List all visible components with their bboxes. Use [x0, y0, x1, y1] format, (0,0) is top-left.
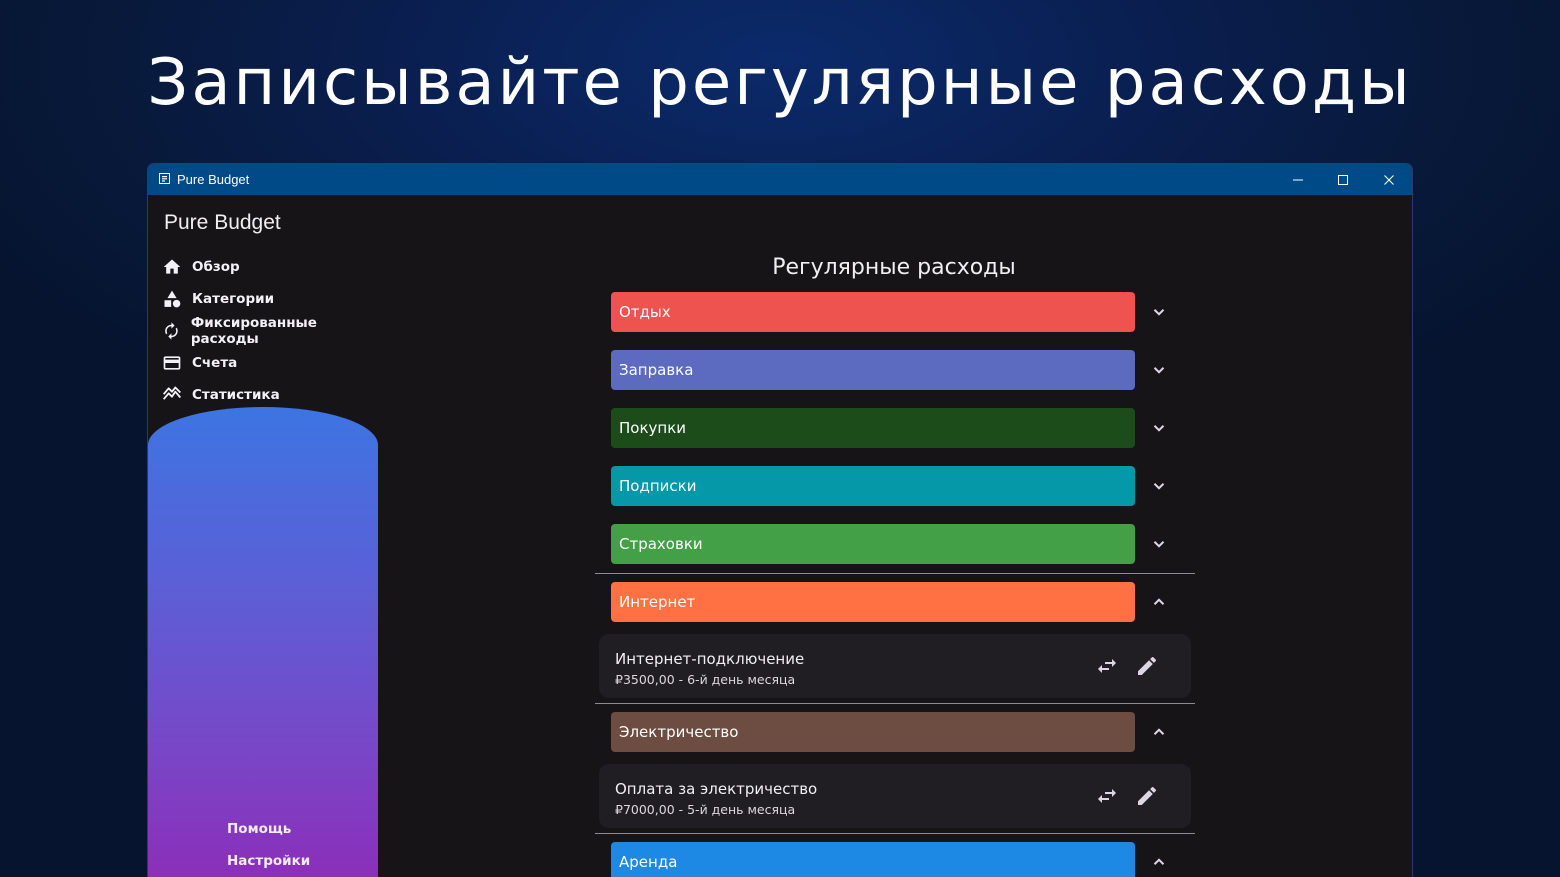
- category-bar-internet[interactable]: Интернет: [611, 582, 1135, 622]
- minimize-icon: [1293, 179, 1303, 180]
- sidebar-item-label: Категории: [192, 291, 275, 307]
- expense-item-name: Интернет-подключение: [615, 650, 805, 668]
- category-bar-insurance[interactable]: Страховки: [611, 524, 1135, 564]
- wallet-icon: [163, 356, 181, 370]
- chevron-down-icon[interactable]: [1150, 535, 1168, 553]
- sidebar-decoration: [148, 407, 378, 877]
- swap-icon[interactable]: [1095, 784, 1119, 808]
- sidebar-app-name: Pure Budget: [164, 211, 281, 234]
- maximize-icon: [1338, 174, 1348, 185]
- category-bar-fuel[interactable]: Заправка: [611, 350, 1135, 390]
- sidebar-item-fixed-expenses[interactable]: Фиксированные расходы: [162, 315, 378, 347]
- sidebar-item-overview[interactable]: Обзор: [162, 256, 240, 278]
- expense-item-card: Интернет-подключение ₽3500,00 - 6-й день…: [599, 634, 1191, 698]
- sidebar-help-link[interactable]: Помощь: [227, 821, 291, 837]
- chevron-up-icon[interactable]: [1150, 853, 1168, 871]
- chevron-down-icon[interactable]: [1150, 419, 1168, 437]
- chevron-up-icon[interactable]: [1150, 723, 1168, 741]
- category-name: Покупки: [619, 419, 687, 437]
- sidebar-item-statistics[interactable]: Статистика: [162, 384, 280, 406]
- chevron-down-icon[interactable]: [1150, 361, 1168, 379]
- category-name: Подписки: [619, 477, 697, 495]
- category-bar-subscriptions[interactable]: Подписки: [611, 466, 1135, 506]
- chevron-down-icon[interactable]: [1150, 303, 1168, 321]
- close-button[interactable]: [1366, 164, 1412, 195]
- category-bar-shopping[interactable]: Покупки: [611, 408, 1135, 448]
- chevron-up-icon[interactable]: [1150, 593, 1168, 611]
- swap-icon[interactable]: [1095, 654, 1119, 678]
- sidebar-item-accounts[interactable]: Счета: [162, 352, 237, 374]
- sidebar-item-label: Счета: [192, 355, 238, 371]
- category-name: Отдых: [619, 303, 671, 321]
- promo-headline: Записывайте регулярные расходы: [147, 46, 1413, 120]
- maximize-button[interactable]: [1320, 164, 1366, 195]
- home-icon: [163, 259, 181, 274]
- shapes-icon: [164, 290, 181, 308]
- refresh-icon: [165, 322, 178, 340]
- page-title: Регулярные расходы: [772, 255, 1016, 280]
- app-window: Pure Budget Pure Budget Обзор Категории: [148, 164, 1412, 877]
- category-bar-electricity[interactable]: Электричество: [611, 712, 1135, 752]
- expense-item-detail: ₽3500,00 - 6-й день месяца: [615, 672, 796, 687]
- app-icon: [159, 173, 170, 184]
- sidebar-item-label: Фиксированные расходы: [190, 315, 317, 347]
- chevron-down-icon[interactable]: [1150, 477, 1168, 495]
- sidebar-settings-link[interactable]: Настройки: [227, 853, 310, 869]
- title-bar: Pure Budget: [148, 164, 1412, 195]
- window-title: Pure Budget: [177, 172, 250, 187]
- minimize-button[interactable]: [1275, 164, 1321, 195]
- category-bar-rent[interactable]: Аренда: [611, 842, 1135, 877]
- sidebar-item-label: Обзор: [192, 259, 240, 275]
- category-name: Электричество: [619, 723, 739, 741]
- expense-item-detail: ₽7000,00 - 5-й день месяца: [615, 802, 796, 817]
- sidebar: Pure Budget Обзор Категории Фиксированны…: [148, 195, 378, 877]
- expense-item-card: Оплата за электричество ₽7000,00 - 5-й д…: [599, 764, 1191, 828]
- chart-icon: [162, 386, 182, 400]
- category-name: Интернет: [619, 593, 696, 611]
- expense-item-name: Оплата за электричество: [615, 780, 818, 798]
- category-bar-rest[interactable]: Отдых: [611, 292, 1135, 332]
- sidebar-item-label: Статистика: [192, 387, 280, 403]
- category-name: Заправка: [619, 361, 694, 379]
- sidebar-item-categories[interactable]: Категории: [162, 288, 274, 310]
- category-name: Аренда: [619, 853, 678, 871]
- section-divider: [595, 833, 1195, 834]
- section-divider: [595, 703, 1195, 704]
- category-name: Страховки: [619, 535, 703, 553]
- edit-icon[interactable]: [1135, 784, 1159, 808]
- edit-icon[interactable]: [1135, 654, 1159, 678]
- close-icon: [1384, 174, 1394, 185]
- section-divider: [595, 573, 1195, 574]
